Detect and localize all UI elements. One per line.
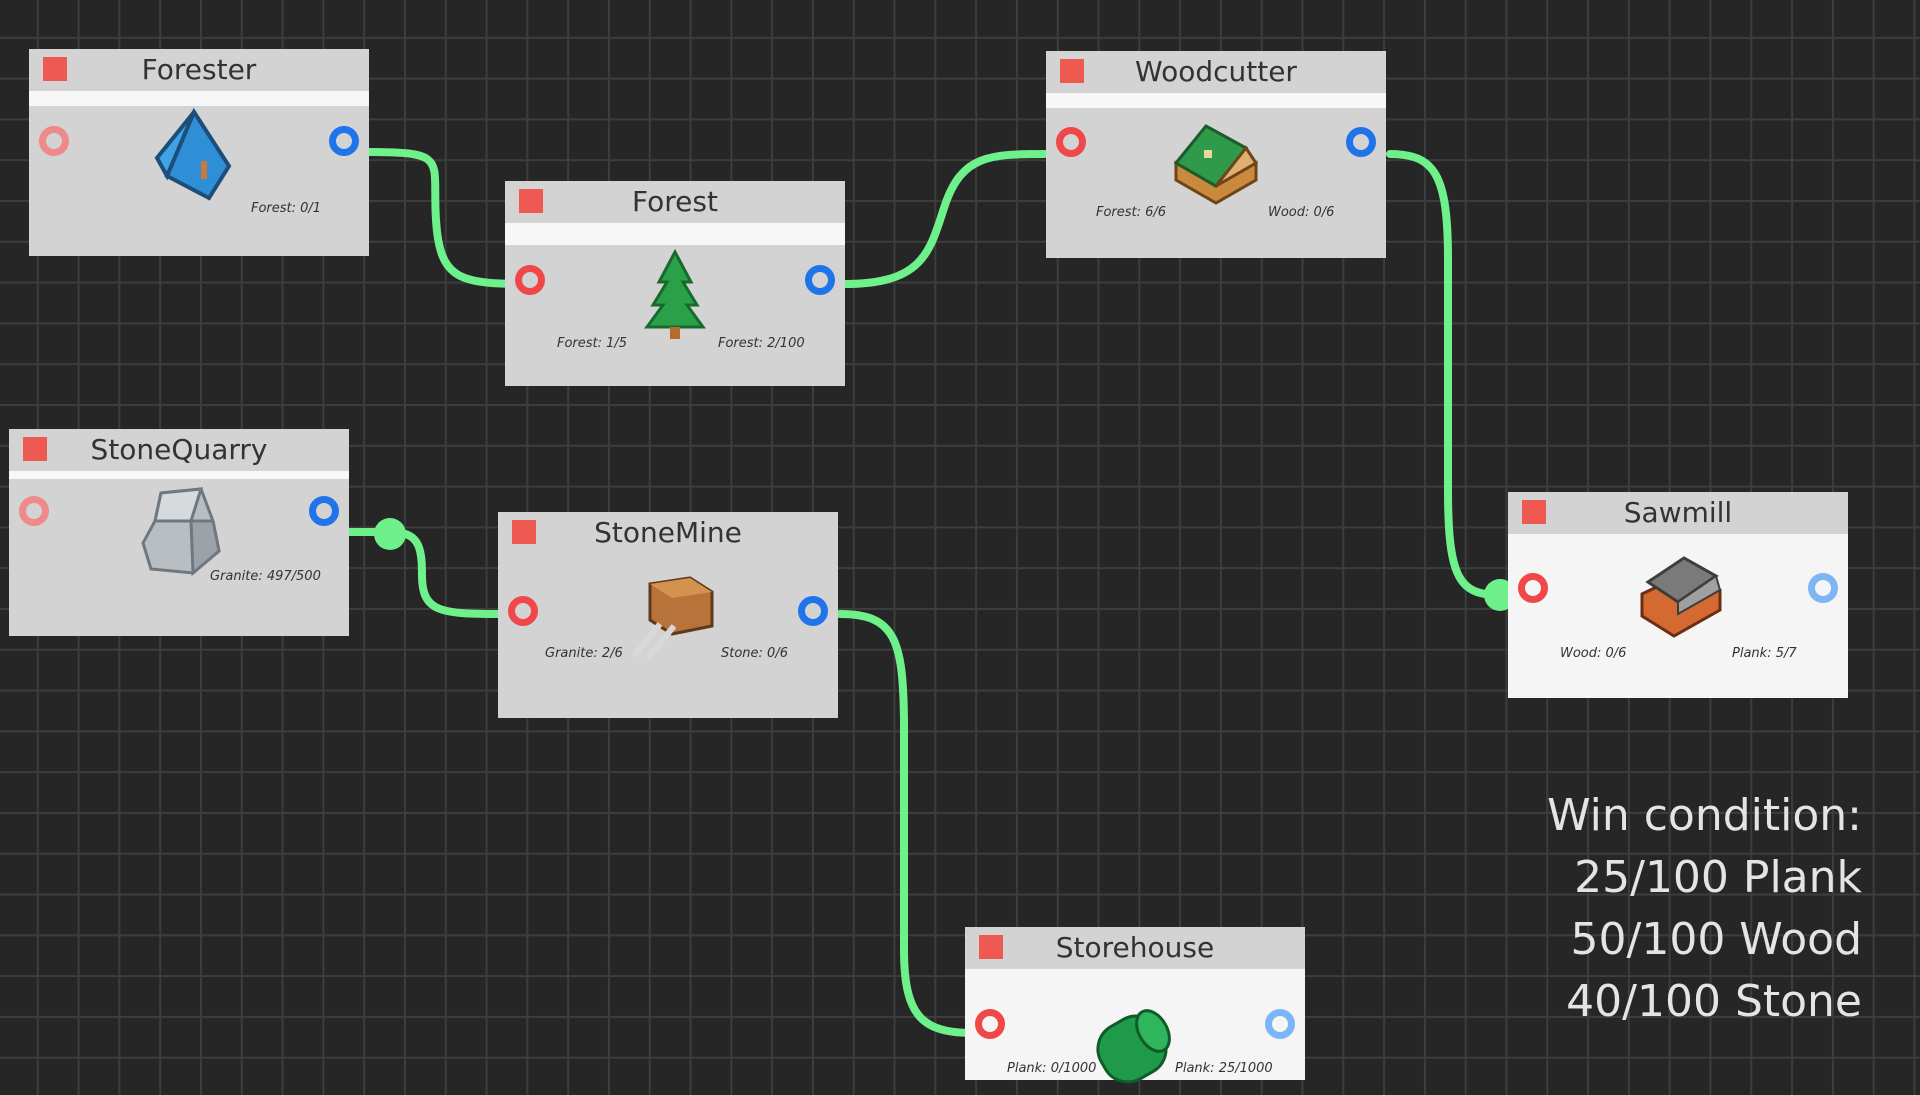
- node-body: Plank: 0/1000 Plank: 25/1000: [965, 969, 1305, 1084]
- node-forest[interactable]: Forest Forest: 1/5 Forest: 2/100: [505, 181, 845, 386]
- node-title: Storehouse: [1055, 931, 1215, 964]
- output-port[interactable]: [1808, 573, 1838, 603]
- output-label: Wood: 0/6: [1268, 205, 1335, 220]
- output-label: Forest: 2/100: [718, 336, 805, 351]
- node-header[interactable]: Storehouse: [965, 927, 1305, 969]
- node-sawmill[interactable]: Sawmill Wood: 0/6 Plank: 5/7: [1508, 492, 1848, 698]
- pine-tree-icon: [644, 248, 706, 339]
- wire-stonemine-storehouse: [836, 610, 979, 1037]
- win-condition-plank: 25/100 Plank: [1574, 852, 1862, 903]
- node-header[interactable]: Forest: [505, 181, 845, 223]
- node-strip: [9, 471, 349, 479]
- node-body: Wood: 0/6 Plank: 5/7: [1508, 534, 1848, 698]
- node-body: Forest: 1/5 Forest: 2/100: [505, 245, 845, 386]
- wire-woodcutter-sawmill: [1386, 150, 1504, 599]
- input-label: Forest: 6/6: [1096, 205, 1167, 220]
- output-label: Stone: 0/6: [721, 646, 788, 661]
- output-label: Forest: 0/1: [251, 201, 322, 216]
- node-header[interactable]: Woodcutter: [1046, 51, 1386, 93]
- node-body: Granite: 497/500: [9, 479, 349, 636]
- sawmill-building-icon: [1640, 556, 1722, 638]
- input-port[interactable]: [515, 265, 545, 295]
- node-woodcutter[interactable]: Woodcutter Forest: 6/6 Wood: 0/6: [1046, 51, 1386, 258]
- output-port[interactable]: [329, 126, 359, 156]
- input-port[interactable]: [39, 126, 69, 156]
- node-header[interactable]: Forester: [29, 49, 369, 91]
- input-port[interactable]: [19, 496, 49, 526]
- node-title: Forester: [141, 53, 257, 86]
- input-port[interactable]: [508, 596, 538, 626]
- output-port[interactable]: [309, 496, 339, 526]
- blue-tent-icon: [154, 107, 232, 201]
- node-strip: [505, 223, 845, 245]
- input-label: Plank: 0/1000: [1007, 1061, 1097, 1076]
- node-title: Forest: [632, 185, 718, 218]
- input-port[interactable]: [975, 1009, 1005, 1039]
- win-condition-title: Win condition:: [1547, 790, 1862, 841]
- wire-junction-dot: [374, 518, 406, 550]
- node-strip: [29, 91, 369, 106]
- node-header[interactable]: Sawmill: [1508, 492, 1848, 534]
- output-label: Plank: 5/7: [1732, 646, 1797, 661]
- input-label: Wood: 0/6: [1560, 646, 1627, 661]
- node-stonemine[interactable]: StoneMine Granite: 2/6 Stone: 0/6: [498, 512, 838, 718]
- output-port[interactable]: [798, 596, 828, 626]
- node-storehouse[interactable]: Storehouse Plank: 0/1000 Plank: 25/1000: [965, 927, 1305, 1084]
- storage-barrel-icon: [1096, 1009, 1171, 1084]
- wood-cabin-icon: [1173, 124, 1259, 205]
- input-port[interactable]: [1056, 127, 1086, 157]
- node-strip: [1046, 93, 1386, 108]
- node-body: Granite: 2/6 Stone: 0/6: [498, 554, 838, 718]
- node-header[interactable]: StoneMine: [498, 512, 838, 554]
- node-title: Woodcutter: [1135, 55, 1297, 88]
- output-label: Plank: 25/1000: [1175, 1061, 1273, 1076]
- node-title: StoneQuarry: [90, 433, 268, 466]
- input-label: Granite: 2/6: [545, 646, 623, 661]
- node-header[interactable]: StoneQuarry: [9, 429, 349, 471]
- node-body: Forest: 6/6 Wood: 0/6: [1046, 108, 1386, 258]
- input-label: Forest: 1/5: [557, 336, 628, 351]
- node-forester[interactable]: Forester Forest: 0/1: [29, 49, 369, 256]
- output-label: Granite: 497/500: [210, 569, 321, 584]
- win-condition-wood: 50/100 Wood: [1570, 914, 1862, 965]
- output-port[interactable]: [805, 265, 835, 295]
- output-port[interactable]: [1265, 1009, 1295, 1039]
- mine-cart-icon: [631, 576, 714, 660]
- input-port[interactable]: [1518, 573, 1548, 603]
- win-condition-panel: Win condition: 25/100 Plank 50/100 Wood …: [1547, 785, 1862, 1033]
- wire-stonequarry-stonemine: [346, 528, 504, 618]
- node-body: Forest: 0/1: [29, 106, 369, 256]
- node-title: StoneMine: [594, 516, 742, 549]
- node-title: Sawmill: [1623, 496, 1733, 529]
- rock-icon: [141, 487, 221, 577]
- output-port[interactable]: [1346, 127, 1376, 157]
- win-condition-stone: 40/100 Stone: [1566, 976, 1862, 1027]
- node-stonequarry[interactable]: StoneQuarry Granite: 497/500: [9, 429, 349, 636]
- wire-forest-woodcutter: [841, 150, 1049, 288]
